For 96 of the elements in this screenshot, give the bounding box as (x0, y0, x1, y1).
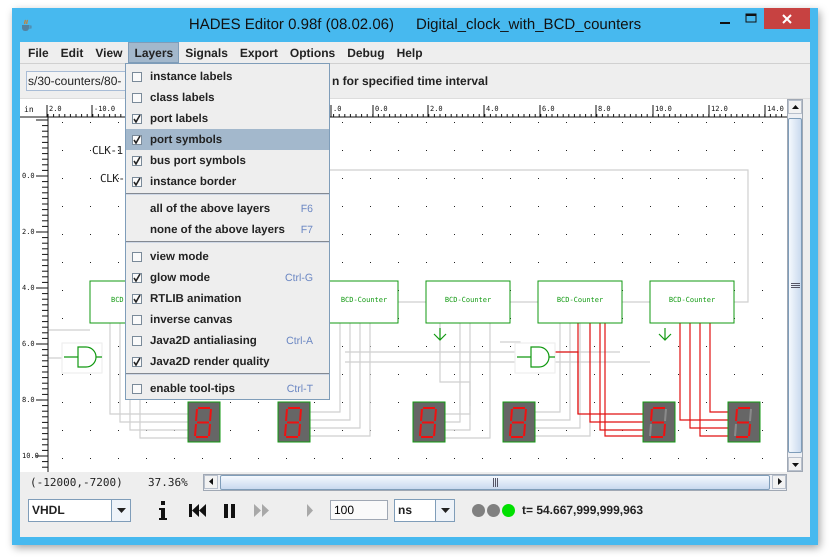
checkbox[interactable] (132, 314, 142, 324)
menu-option-label: bus port symbols (150, 154, 246, 166)
unit-label: in (24, 105, 34, 114)
checkbox[interactable] (132, 134, 142, 144)
menu-option-label: RTLIB animation (150, 292, 242, 304)
hint-text: n for specified time interval (332, 74, 488, 88)
menu-option-label: port labels (150, 112, 208, 124)
seven-segment-display (412, 402, 446, 442)
caret-icon (116, 508, 126, 512)
path-field[interactable]: s/30-counters/80- (26, 71, 125, 91)
menu-option[interactable]: port symbols (126, 129, 329, 150)
shortcut-label: F7 (300, 224, 314, 236)
down-arrow-symbol (658, 327, 672, 341)
menu-option-label: view mode (150, 250, 209, 262)
menu-option[interactable]: none of the above layers F7 (126, 219, 329, 240)
menu-option-label: Java2D render quality (150, 356, 270, 368)
menu-item[interactable]: Signals (179, 42, 234, 63)
close-icon (782, 14, 792, 24)
zoom-readout: 37.36% (148, 476, 189, 488)
seven-segment-display (278, 402, 310, 442)
scroll-arrow-button[interactable] (772, 474, 786, 488)
checkbox[interactable] (132, 176, 142, 186)
menu-item[interactable]: Edit (54, 42, 90, 63)
and-gate (514, 342, 556, 374)
menu-option-label: none of the above layers (150, 224, 285, 236)
menu-item[interactable]: Export (234, 42, 284, 63)
menu-item[interactable]: Help (390, 42, 429, 63)
menu-option-label: all of the above layers (150, 202, 270, 214)
menu-option-label: port symbols (150, 134, 222, 146)
menu-option[interactable]: view mode (126, 246, 329, 267)
checkbox[interactable] (132, 356, 142, 366)
checkbox[interactable] (132, 384, 142, 394)
shortcut-label: F6 (300, 202, 314, 214)
menu-option-label: Java2D antialiasing (150, 334, 257, 346)
menu-option[interactable]: Java2D antialiasing Ctrl-A (126, 330, 329, 351)
and-gate (61, 342, 103, 374)
close-button[interactable] (764, 8, 810, 29)
menu-option[interactable]: Java2D render quality (126, 351, 329, 372)
menu-item[interactable]: View (89, 42, 128, 63)
seven-segment-display (642, 402, 676, 442)
java-cup-icon (20, 19, 32, 31)
checkbox[interactable] (132, 252, 142, 262)
simulation-time: t= 54.667,999,999,963 (522, 503, 644, 517)
down-arrow-symbol (433, 327, 447, 341)
up-arrow-icon (792, 104, 798, 110)
menu-option[interactable]: instance border (126, 171, 329, 192)
menu-option[interactable]: enable tool-tips Ctrl-T (126, 378, 329, 399)
seven-segment-display (502, 402, 536, 442)
shortcut-label: Ctrl-T (286, 382, 314, 394)
menu-item[interactable]: File (22, 42, 55, 63)
menu-option-label: instance border (150, 176, 236, 188)
checkbox[interactable] (132, 336, 142, 346)
window-title: HADES Editor 0.98f (08.02.06) (188, 16, 394, 33)
maximize-icon (745, 13, 757, 23)
signal-label: CLK-1 (92, 144, 123, 157)
menu-item[interactable]: Debug (341, 42, 391, 63)
caret-icon (440, 508, 450, 512)
shortcut-label: Ctrl-A (286, 334, 314, 346)
unit-dropdown[interactable]: ns (394, 498, 455, 522)
checkbox[interactable] (132, 92, 142, 102)
seven-segment-display (728, 402, 760, 442)
checkbox[interactable] (132, 72, 142, 82)
shortcut-label: Ctrl-G (285, 272, 314, 284)
menu-option[interactable]: instance labels (126, 66, 329, 87)
vertical-scrollbar[interactable] (787, 99, 803, 472)
coordinates-readout: (-12000,-7200) (30, 476, 124, 488)
menu-option-label: inverse canvas (150, 314, 232, 326)
menu-option[interactable]: glow mode Ctrl-G (126, 267, 329, 288)
menu-option[interactable]: all of the above layers F6 (126, 198, 329, 219)
checkbox[interactable] (132, 156, 142, 166)
right-arrow-icon (776, 478, 782, 485)
step-field[interactable]: 100 (330, 500, 388, 520)
menu-option[interactable]: RTLIB animation (126, 288, 329, 309)
menu-item[interactable]: Options (284, 42, 342, 63)
scroll-arrow-button[interactable] (204, 474, 218, 488)
document-name: Digital_clock_with_BCD_counters (416, 16, 642, 33)
menu-option-label: glow mode (150, 272, 210, 284)
checkbox[interactable] (132, 294, 142, 304)
scroll-arrow-button[interactable] (788, 457, 802, 471)
menu-option-label: enable tool-tips (150, 382, 235, 394)
seven-segment-display (188, 402, 220, 442)
grip-icon (492, 478, 498, 486)
menu-option[interactable]: port labels (126, 108, 329, 129)
scroll-arrow-button[interactable] (788, 100, 802, 114)
menu-option[interactable]: inverse canvas (126, 309, 329, 330)
signal-label: CLK- (100, 172, 124, 185)
checkbox[interactable] (132, 272, 142, 282)
minimize-icon (720, 22, 730, 24)
menu-item[interactable]: Layers (128, 42, 180, 63)
mode-dropdown[interactable]: VHDL (28, 498, 131, 522)
menu-option-label: instance labels (150, 70, 232, 82)
grip-icon (790, 283, 800, 288)
down-arrow-icon (792, 460, 798, 468)
left-arrow-icon (208, 478, 214, 485)
menu-option[interactable]: bus port symbols (126, 150, 329, 171)
checkbox[interactable] (132, 114, 142, 124)
